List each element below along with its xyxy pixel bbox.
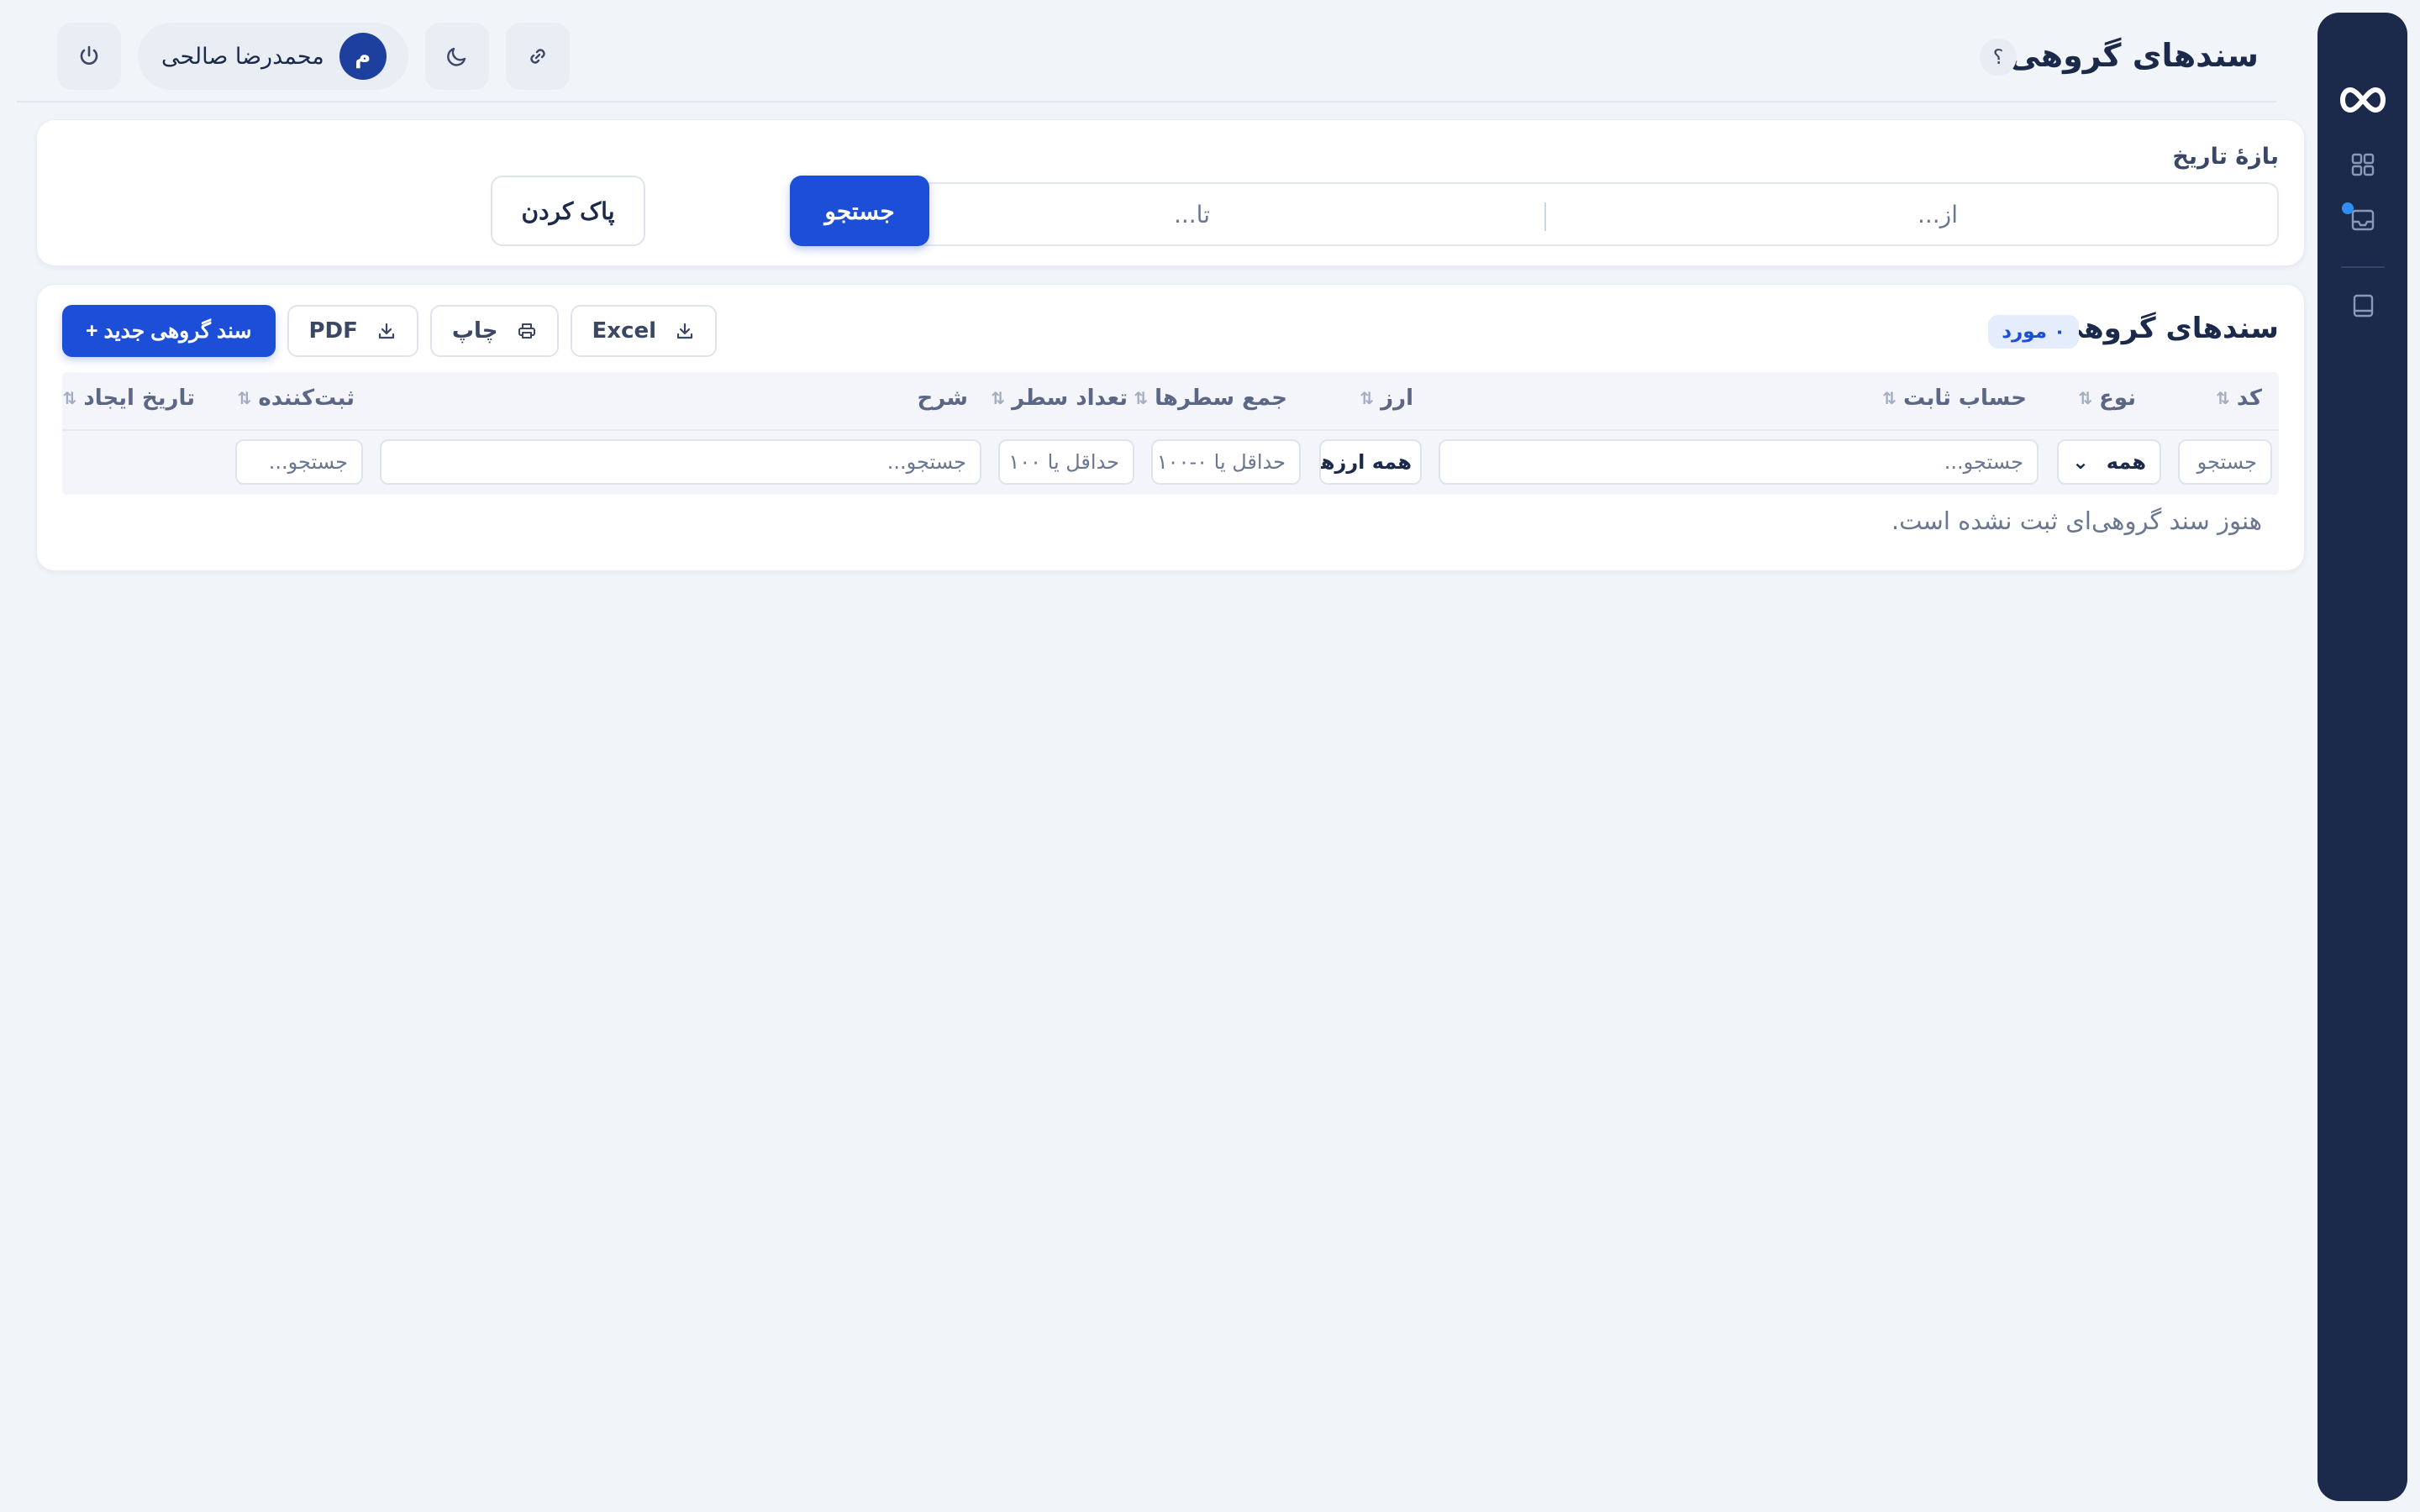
print-label: چاپ	[451, 318, 498, 344]
column-header-row-count[interactable]: تعداد سطر ⇅	[991, 386, 1128, 411]
sort-icon: ⇅	[1134, 388, 1149, 408]
sort-icon: ⇅	[2216, 388, 2230, 408]
sort-icon: ⇅	[1882, 388, 1897, 408]
column-header-created-at[interactable]: تاریخ ایجاد ⇅	[63, 386, 195, 411]
column-label: تاریخ ایجاد	[83, 386, 195, 411]
list-actions: + سند گروهی جدید PDF چاپ Excel	[62, 305, 718, 357]
inbox-tray-icon	[2351, 209, 2374, 231]
sort-icon: ⇅	[62, 388, 77, 408]
list-title: سندهای گروهی	[2054, 312, 2279, 345]
date-range-label: بازهٔ تاریخ	[2172, 144, 2279, 170]
column-label: تعداد سطر	[1012, 386, 1128, 411]
column-label: ثبت‌کننده	[258, 386, 355, 411]
theme-toggle-button[interactable]	[424, 23, 489, 90]
from-date-placeholder[interactable]: از...	[1918, 201, 1958, 228]
empty-state-message: هنوز سند گروهی‌ای ثبت نشده است.	[1891, 507, 2262, 535]
column-header-type[interactable]: نوع ⇅	[2078, 386, 2136, 411]
side-rail	[2317, 13, 2407, 1501]
column-header-sum-rows[interactable]: جمع سطرها ⇅	[1134, 386, 1287, 411]
download-icon	[378, 323, 395, 339]
date-range-card: بازهٔ تاریخ از... تا... جستجو پاک کردن	[36, 119, 2305, 266]
sort-icon: ⇅	[1360, 388, 1375, 408]
avatar: م	[339, 33, 387, 80]
sort-icon: ⇅	[2078, 388, 2093, 408]
copy-link-button[interactable]	[505, 23, 570, 90]
column-label: شرح	[917, 386, 968, 411]
column-label: حساب ثابت	[1903, 386, 2027, 411]
currency-filter-value: همه ارزها	[1319, 450, 1412, 474]
page-title: سندهای گروهی	[2008, 37, 2259, 74]
sort-icon: ⇅	[237, 388, 252, 408]
sort-icon: ⇅	[991, 388, 1006, 408]
column-header-creator[interactable]: ثبت‌کننده ⇅	[238, 386, 355, 411]
type-filter-value: همه	[2106, 450, 2146, 474]
chevron-down-icon: ⌄	[2072, 450, 2090, 474]
type-filter-select[interactable]: همه ⌄	[2057, 439, 2161, 485]
book-icon[interactable]	[2350, 293, 2375, 318]
column-label: نوع	[2099, 386, 2136, 411]
search-button[interactable]: جستجو	[790, 176, 929, 246]
column-label: جمع سطرها	[1155, 386, 1287, 411]
printer-icon	[518, 323, 535, 339]
export-excel-button[interactable]: Excel	[570, 305, 718, 357]
download-icon	[676, 323, 693, 339]
power-icon	[80, 45, 98, 65]
logout-button[interactable]	[57, 23, 121, 90]
row-count-filter-input[interactable]: حداقل یا ۱۰۰	[998, 439, 1134, 485]
user-menu[interactable]: م محمدرضا صالحی	[138, 23, 408, 90]
excel-label: Excel	[592, 318, 657, 344]
count-badge: ۰ مورد	[1988, 315, 2079, 349]
link-icon	[530, 49, 545, 64]
pdf-label: PDF	[308, 318, 358, 344]
moon-icon	[446, 47, 466, 66]
column-header-account[interactable]: حساب ثابت ⇅	[1882, 386, 2027, 411]
currency-filter-select[interactable]: همه ارزها ⌄	[1319, 439, 1422, 485]
creator-filter-input[interactable]: جستجو...	[235, 439, 363, 485]
rail-divider	[2340, 266, 2385, 268]
dashboard-grid-icon[interactable]	[2350, 152, 2375, 177]
range-divider	[1544, 202, 1546, 231]
nav-item-documents[interactable]	[2341, 202, 2375, 233]
print-button[interactable]: چاپ	[429, 305, 559, 357]
topbar-actions: م محمدرضا صالحی	[57, 23, 570, 90]
user-name: محمدرضا صالحی	[161, 43, 324, 70]
export-pdf-button[interactable]: PDF	[287, 305, 418, 357]
column-label: کد	[2236, 386, 2262, 411]
sum-rows-filter-input[interactable]: حداقل یا ۰-۱۰۰	[1151, 439, 1301, 485]
column-header-description[interactable]: شرح	[918, 386, 968, 411]
to-date-placeholder[interactable]: تا...	[1174, 201, 1210, 228]
account-filter-input[interactable]: جستجو...	[1439, 439, 2039, 485]
header-divider	[62, 429, 2279, 431]
column-label: ارز	[1381, 386, 1413, 411]
new-group-voucher-button[interactable]: + سند گروهی جدید	[62, 305, 276, 357]
group-vouchers-card: سندهای گروهی ۰ مورد + سند گروهی جدید PDF…	[36, 284, 2305, 571]
date-range-input[interactable]: از... تا...	[808, 182, 2279, 246]
top-bar: سندهای گروهی ؟ م محمدرضا صالحی	[17, 0, 2277, 102]
column-header-code[interactable]: کد ⇅	[2216, 386, 2262, 411]
infinity-logo-icon[interactable]	[2335, 83, 2391, 117]
help-button[interactable]: ؟	[1980, 39, 2017, 76]
code-filter-input[interactable]: جستجو	[2178, 439, 2272, 485]
active-indicator-dot	[2341, 202, 2354, 214]
description-filter-input[interactable]: جستجو...	[380, 439, 981, 485]
clear-button[interactable]: پاک کردن	[491, 176, 645, 246]
column-header-currency[interactable]: ارز ⇅	[1360, 386, 1413, 411]
table-header: کد ⇅ نوع ⇅ حساب ثابت ⇅ ارز ⇅ جمع سطرها ⇅ تعدا…	[62, 372, 2279, 495]
